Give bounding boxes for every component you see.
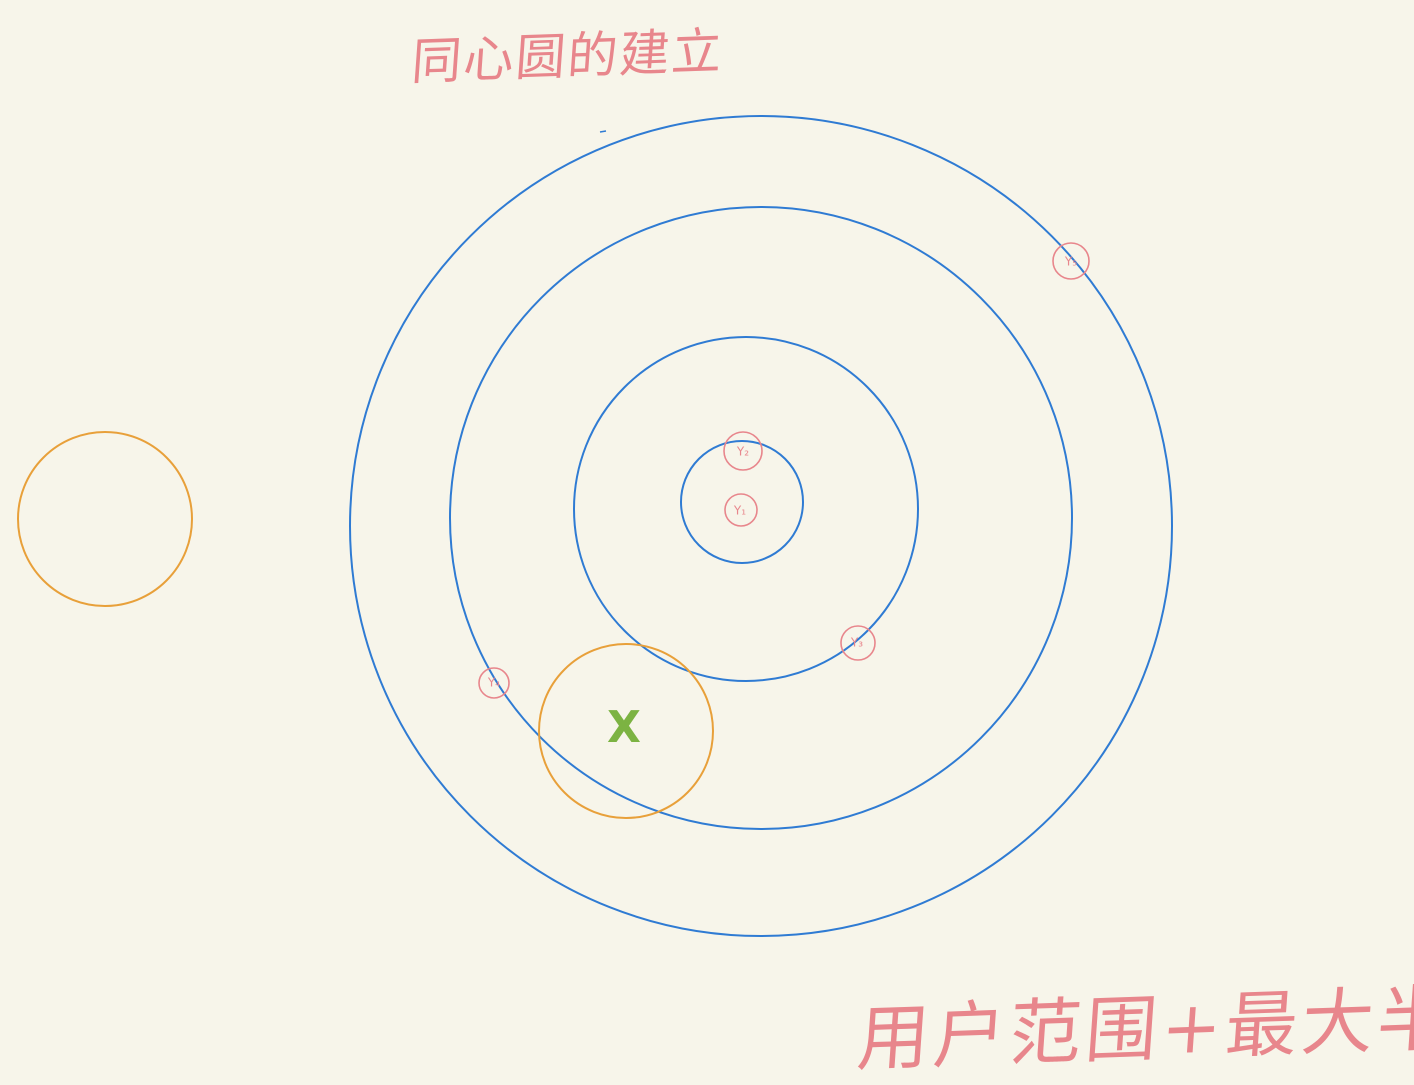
orange-circles — [17, 431, 714, 819]
handwritten-title: 同心圆的建立 — [409, 22, 726, 92]
concentric-circle-4 — [349, 115, 1173, 937]
point-label-y2: Y₂ — [736, 445, 749, 459]
concentric-circle-3 — [449, 206, 1073, 830]
concentric-circle-1 — [680, 440, 804, 564]
concentric-circles — [349, 115, 1173, 937]
point-label-y4: Y₄ — [487, 676, 500, 690]
pen-mark — [599, 130, 607, 133]
orange-circle-left — [17, 431, 193, 607]
point-label-y5: Y₅ — [1064, 255, 1077, 269]
point-labels: Y₁ Y₂ Y₃ Y₄ Y₅ — [487, 255, 1077, 690]
point-markers — [478, 242, 1090, 699]
user-point-x-mark: X — [607, 702, 641, 753]
point-label-y3: Y₃ — [850, 636, 863, 650]
point-label-y1: Y₁ — [733, 504, 746, 518]
diagram-canvas: Y₁ Y₂ Y₃ Y₄ Y₅ X — [17, 115, 1173, 937]
